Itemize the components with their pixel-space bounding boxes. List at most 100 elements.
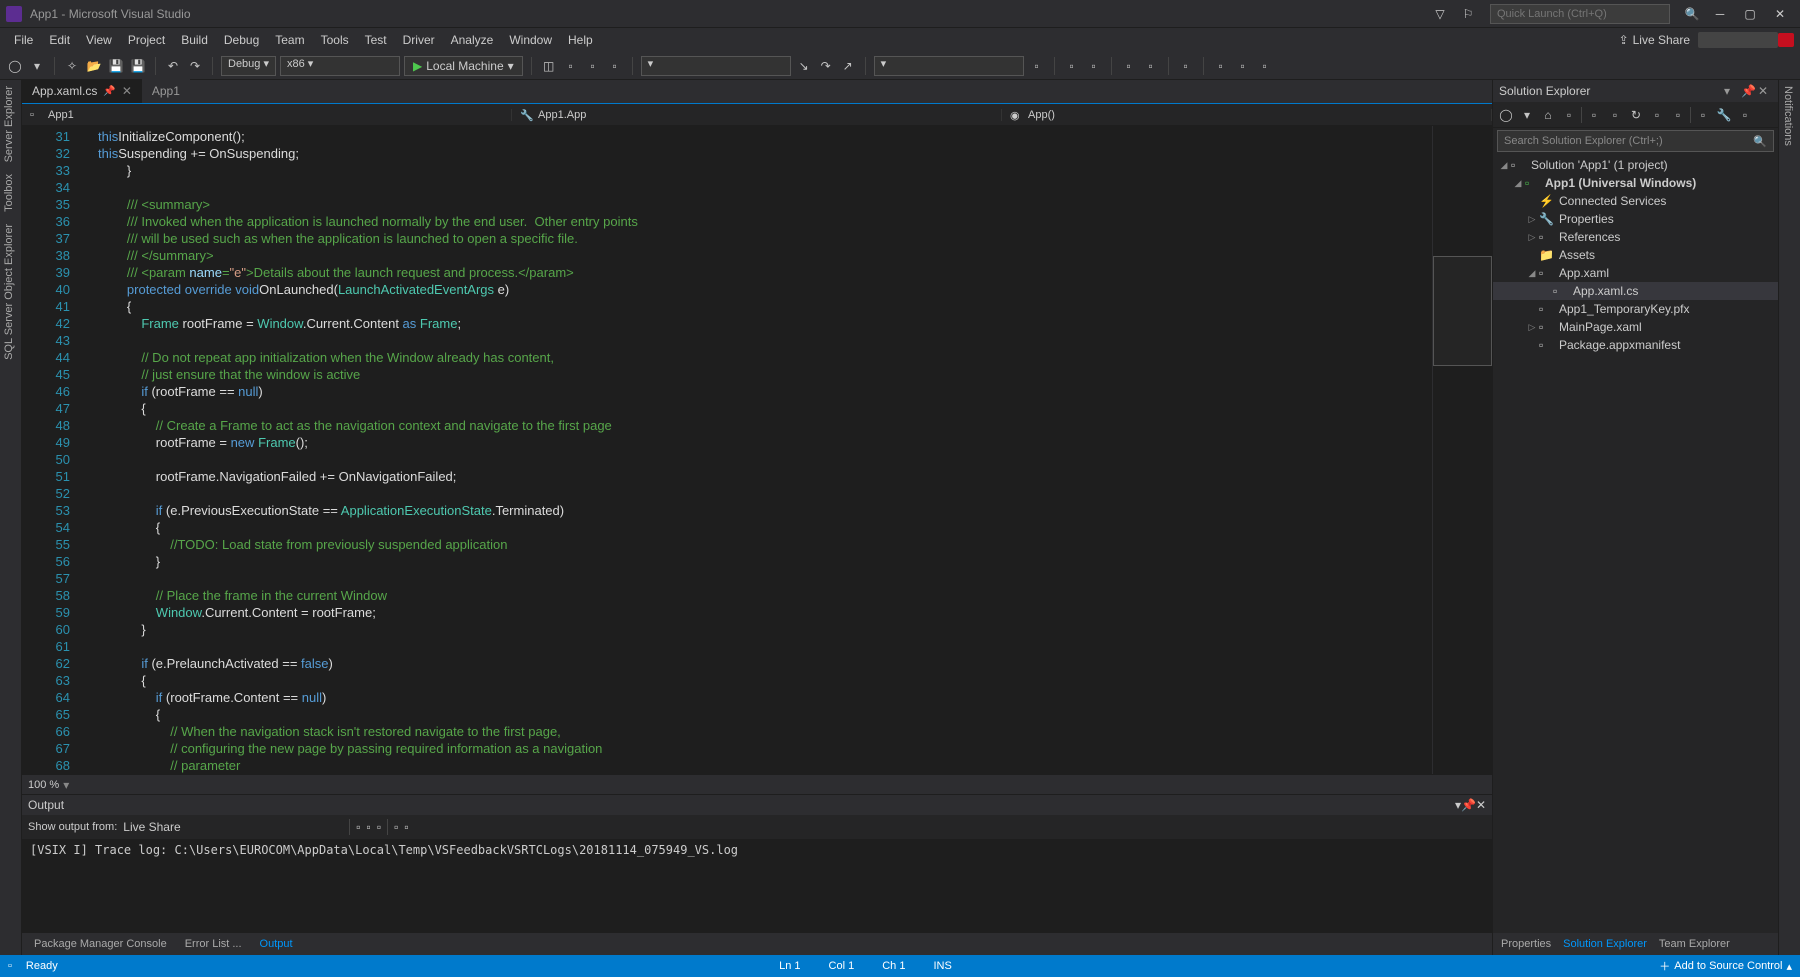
se-scope-icon[interactable]: ▫ [1560, 106, 1578, 124]
open-file-icon[interactable]: 📂 [85, 57, 103, 75]
toolbox-tab[interactable]: Toolbox [0, 168, 21, 218]
minimize-button[interactable]: ─ [1706, 4, 1734, 24]
feedback-icon[interactable]: ▽ [1426, 4, 1454, 24]
output-clear-icon[interactable]: ▫ [377, 820, 381, 834]
se-dropdown-icon[interactable]: ▾ [1724, 84, 1738, 98]
notification-badge[interactable] [1778, 33, 1794, 47]
menu-test[interactable]: Test [357, 30, 395, 50]
screenshot-icon[interactable]: ▫ [606, 57, 624, 75]
server-explorer-tab[interactable]: Server Explorer [0, 80, 21, 168]
status-ins[interactable]: INS [933, 960, 951, 972]
se-collapse-icon[interactable]: ▫ [1585, 106, 1603, 124]
node-manifest[interactable]: ▫Package.appxmanifest [1493, 336, 1778, 354]
flag-icon[interactable]: ⚐ [1454, 4, 1482, 24]
save-all-icon[interactable]: 💾 [129, 57, 147, 75]
bookmark-icon[interactable]: ▫ [1063, 57, 1081, 75]
node-properties[interactable]: ▷🔧Properties [1493, 210, 1778, 228]
live-share-button[interactable]: ⇪ Live Share [1619, 33, 1690, 47]
menu-build[interactable]: Build [173, 30, 216, 50]
nav-back-icon[interactable]: ◯ [6, 57, 24, 75]
toggle-tool1-icon[interactable]: ▫ [1028, 57, 1046, 75]
output-find-icon[interactable]: ▫ [356, 820, 360, 834]
bookmark2-icon[interactable]: ▫ [1085, 57, 1103, 75]
btab-team-explorer[interactable]: Team Explorer [1653, 935, 1736, 953]
start-debug-button[interactable]: ▶Local Machine ▾ [404, 56, 523, 76]
misc2-icon[interactable]: ▫ [1234, 57, 1252, 75]
suspend-icon[interactable]: ▫ [562, 57, 580, 75]
sql-explorer-tab[interactable]: SQL Server Object Explorer [0, 218, 21, 366]
tab-pmc[interactable]: Package Manager Console [26, 935, 175, 953]
output-toggle-icon[interactable]: ▫ [404, 820, 408, 834]
pin-icon[interactable]: 📌 [103, 86, 115, 97]
fold-column[interactable] [82, 126, 98, 774]
step-out-icon[interactable]: ↗ [839, 57, 857, 75]
menu-driver[interactable]: Driver [395, 30, 443, 50]
output-goto-icon[interactable]: ▫ [367, 820, 371, 834]
navbar-project[interactable]: ▫App1 [22, 109, 512, 121]
se-close-icon[interactable]: ✕ [1758, 84, 1772, 98]
solution-platform-combo[interactable]: x86 ▾ [280, 56, 400, 76]
uncomment-icon[interactable]: ▫ [1142, 57, 1160, 75]
tab-app1[interactable]: App1 [142, 79, 190, 103]
se-pin-icon[interactable]: 📌 [1741, 84, 1755, 98]
menu-view[interactable]: View [78, 30, 120, 50]
add-source-control-button[interactable]: ＋ Add to Source Control ▴ [1659, 958, 1792, 974]
redo-icon[interactable]: ↷ [186, 57, 204, 75]
close-button[interactable]: ✕ [1766, 4, 1794, 24]
comment-icon[interactable]: ▫ [1120, 57, 1138, 75]
tab-output[interactable]: Output [252, 935, 301, 953]
btab-solution-explorer[interactable]: Solution Explorer [1557, 935, 1653, 953]
se-refresh-icon[interactable]: ↻ [1627, 106, 1645, 124]
app-lifecycle-icon[interactable]: ◫ [540, 57, 558, 75]
node-tempkey[interactable]: ▫App1_TemporaryKey.pfx [1493, 300, 1778, 318]
se-back-icon[interactable]: ◯ [1497, 106, 1515, 124]
menu-project[interactable]: Project [120, 30, 173, 50]
output-pin-icon[interactable]: 📌 [1461, 798, 1476, 812]
save-icon[interactable]: 💾 [107, 57, 125, 75]
stack-combo[interactable]: ▾ [874, 56, 1024, 76]
output-wrap-icon[interactable]: ▫ [394, 820, 398, 834]
menu-debug[interactable]: Debug [216, 30, 267, 50]
nav-fwd-icon[interactable]: ▾ [28, 57, 46, 75]
misc3-icon[interactable]: ▫ [1256, 57, 1274, 75]
btab-properties[interactable]: Properties [1495, 935, 1557, 953]
menu-edit[interactable]: Edit [41, 30, 78, 50]
node-assets[interactable]: 📁Assets [1493, 246, 1778, 264]
menu-window[interactable]: Window [501, 30, 560, 50]
quick-launch-input[interactable] [1490, 4, 1670, 24]
se-showall-icon[interactable]: ▫ [1606, 106, 1624, 124]
se-home-icon[interactable]: ⌂ [1539, 106, 1557, 124]
menu-file[interactable]: File [6, 30, 41, 50]
node-appxaml[interactable]: ◢▫App.xaml [1493, 264, 1778, 282]
node-solution[interactable]: ◢▫Solution 'App1' (1 project) [1493, 156, 1778, 174]
step-in-icon[interactable]: ↘ [795, 57, 813, 75]
se-sync-icon[interactable]: ▫ [1648, 106, 1666, 124]
se-search-input[interactable]: Search Solution Explorer (Ctrl+;) 🔍 [1497, 130, 1774, 152]
se-wrench-icon[interactable]: 🔧 [1715, 106, 1733, 124]
undo-icon[interactable]: ↶ [164, 57, 182, 75]
status-ch[interactable]: Ch 1 [882, 960, 905, 972]
se-preview-icon[interactable]: ▫ [1669, 106, 1687, 124]
node-project[interactable]: ◢▫App1 (Universal Windows) [1493, 174, 1778, 192]
menu-help[interactable]: Help [560, 30, 601, 50]
menu-team[interactable]: Team [267, 30, 312, 50]
step-over-icon[interactable]: ↷ [817, 57, 835, 75]
menu-analyze[interactable]: Analyze [443, 30, 502, 50]
tab-appxamlcs[interactable]: App.xaml.cs 📌 ✕ [22, 79, 142, 103]
status-col[interactable]: Col 1 [829, 960, 855, 972]
tab-errorlist[interactable]: Error List ... [177, 935, 250, 953]
search-icon[interactable]: 🔍 [1678, 4, 1706, 24]
zoom-dropdown-icon[interactable]: ▾ [63, 778, 69, 792]
maximize-button[interactable]: ▢ [1736, 4, 1764, 24]
process-combo[interactable]: ▾ [641, 56, 791, 76]
minimap[interactable] [1432, 126, 1492, 774]
zoom-level[interactable]: 100 % [28, 779, 59, 791]
notifications-tab[interactable]: Notifications [1779, 80, 1797, 152]
status-line[interactable]: Ln 1 [779, 960, 800, 972]
se-fwd-icon[interactable]: ▾ [1518, 106, 1536, 124]
code-text[interactable]: thisInitializeComponent();thisSuspending… [98, 126, 1432, 774]
minimap-viewport[interactable] [1433, 256, 1492, 366]
solution-config-combo[interactable]: Debug ▾ [221, 56, 276, 76]
navbar-member[interactable]: ◉App() [1002, 109, 1492, 121]
toggle-bm-icon[interactable]: ▫ [1177, 57, 1195, 75]
